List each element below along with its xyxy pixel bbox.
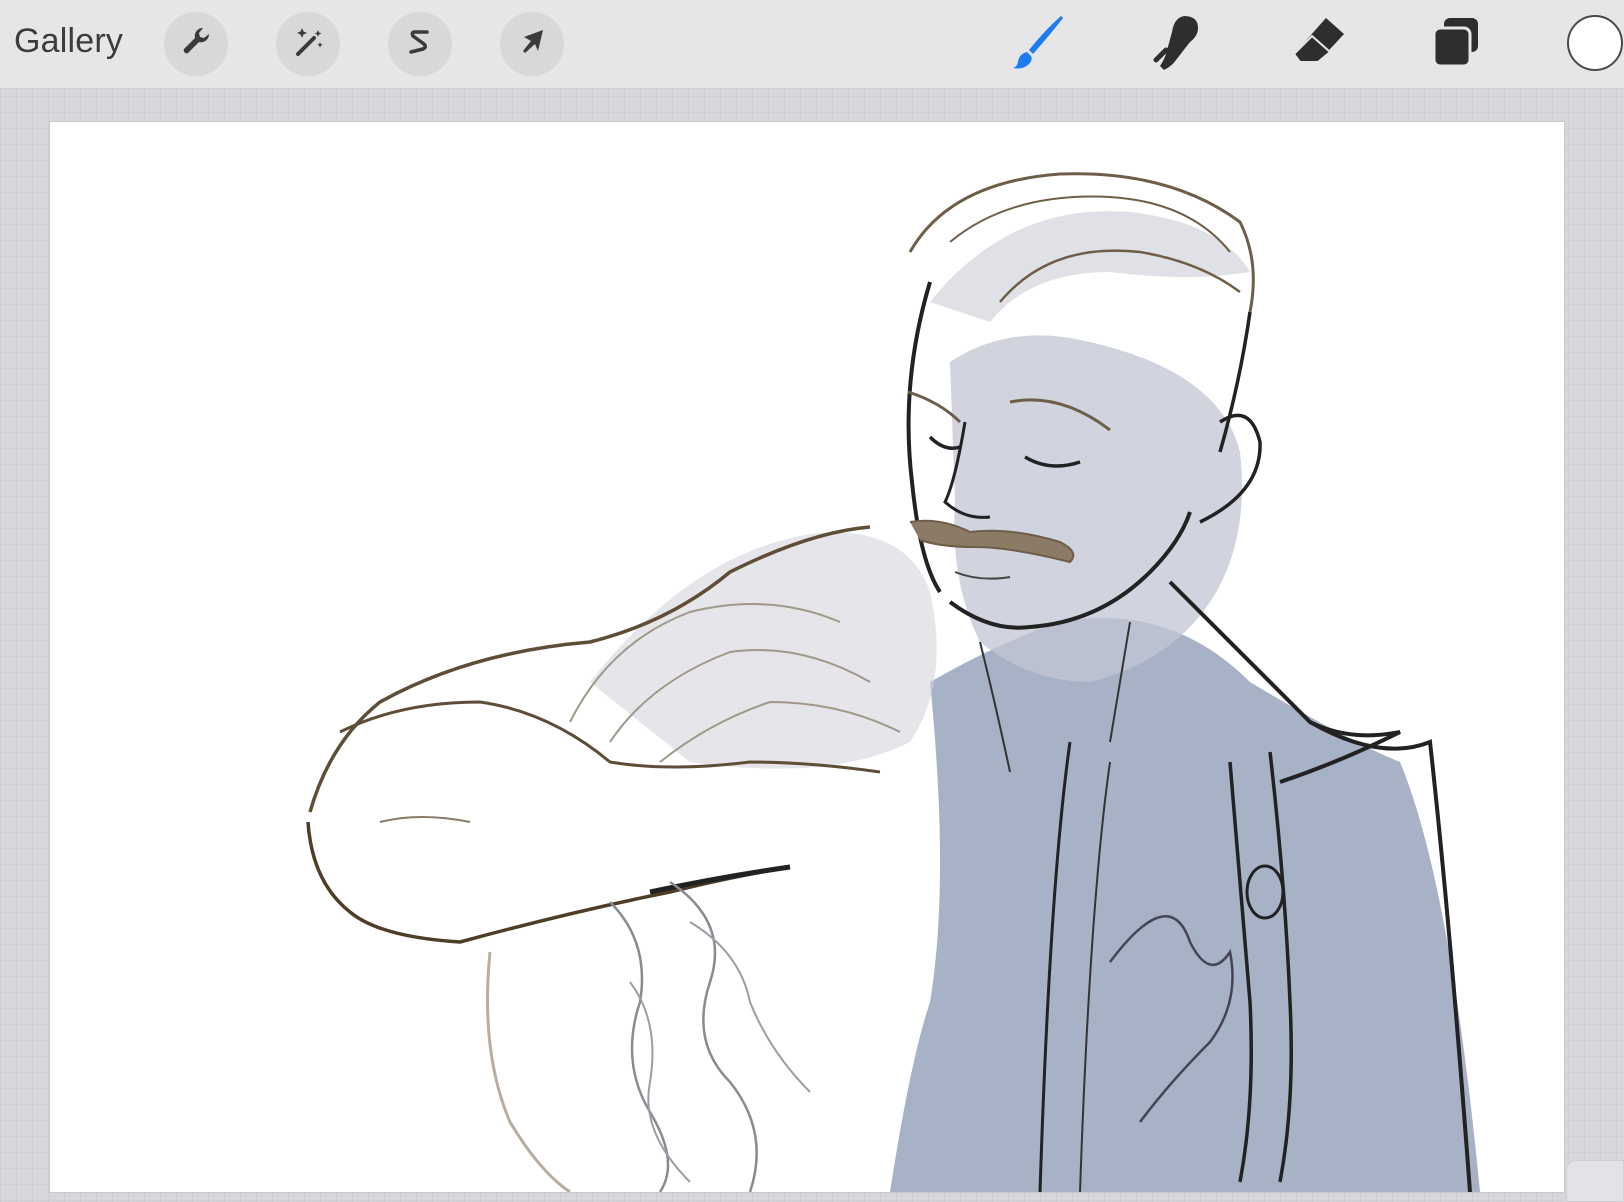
selection-button[interactable] (388, 12, 452, 76)
adjustments-button[interactable] (276, 12, 340, 76)
eraser-icon (1286, 10, 1350, 79)
wrench-icon (176, 22, 216, 67)
magic-wand-icon (288, 22, 328, 67)
selection-s-icon (400, 22, 440, 67)
arrow-cursor-icon (512, 22, 552, 67)
procreate-app: Gallery (0, 0, 1624, 1202)
top-toolbar: Gallery (0, 0, 1624, 89)
gallery-button[interactable]: Gallery (14, 22, 123, 61)
brush-tool-button[interactable] (1005, 12, 1069, 76)
smudge-tool-button[interactable] (1146, 12, 1210, 76)
sketch-artwork (306, 172, 1480, 1192)
layers-icon (1424, 10, 1488, 79)
drawing-canvas[interactable] (50, 122, 1564, 1192)
layers-button[interactable] (1424, 12, 1488, 76)
smudge-finger-icon (1146, 10, 1210, 79)
actions-button[interactable] (164, 12, 228, 76)
color-picker-button[interactable] (1567, 15, 1623, 71)
brush-icon (1005, 10, 1069, 79)
eraser-tool-button[interactable] (1286, 12, 1350, 76)
transform-button[interactable] (500, 12, 564, 76)
side-panel-handle[interactable] (1566, 1160, 1624, 1202)
